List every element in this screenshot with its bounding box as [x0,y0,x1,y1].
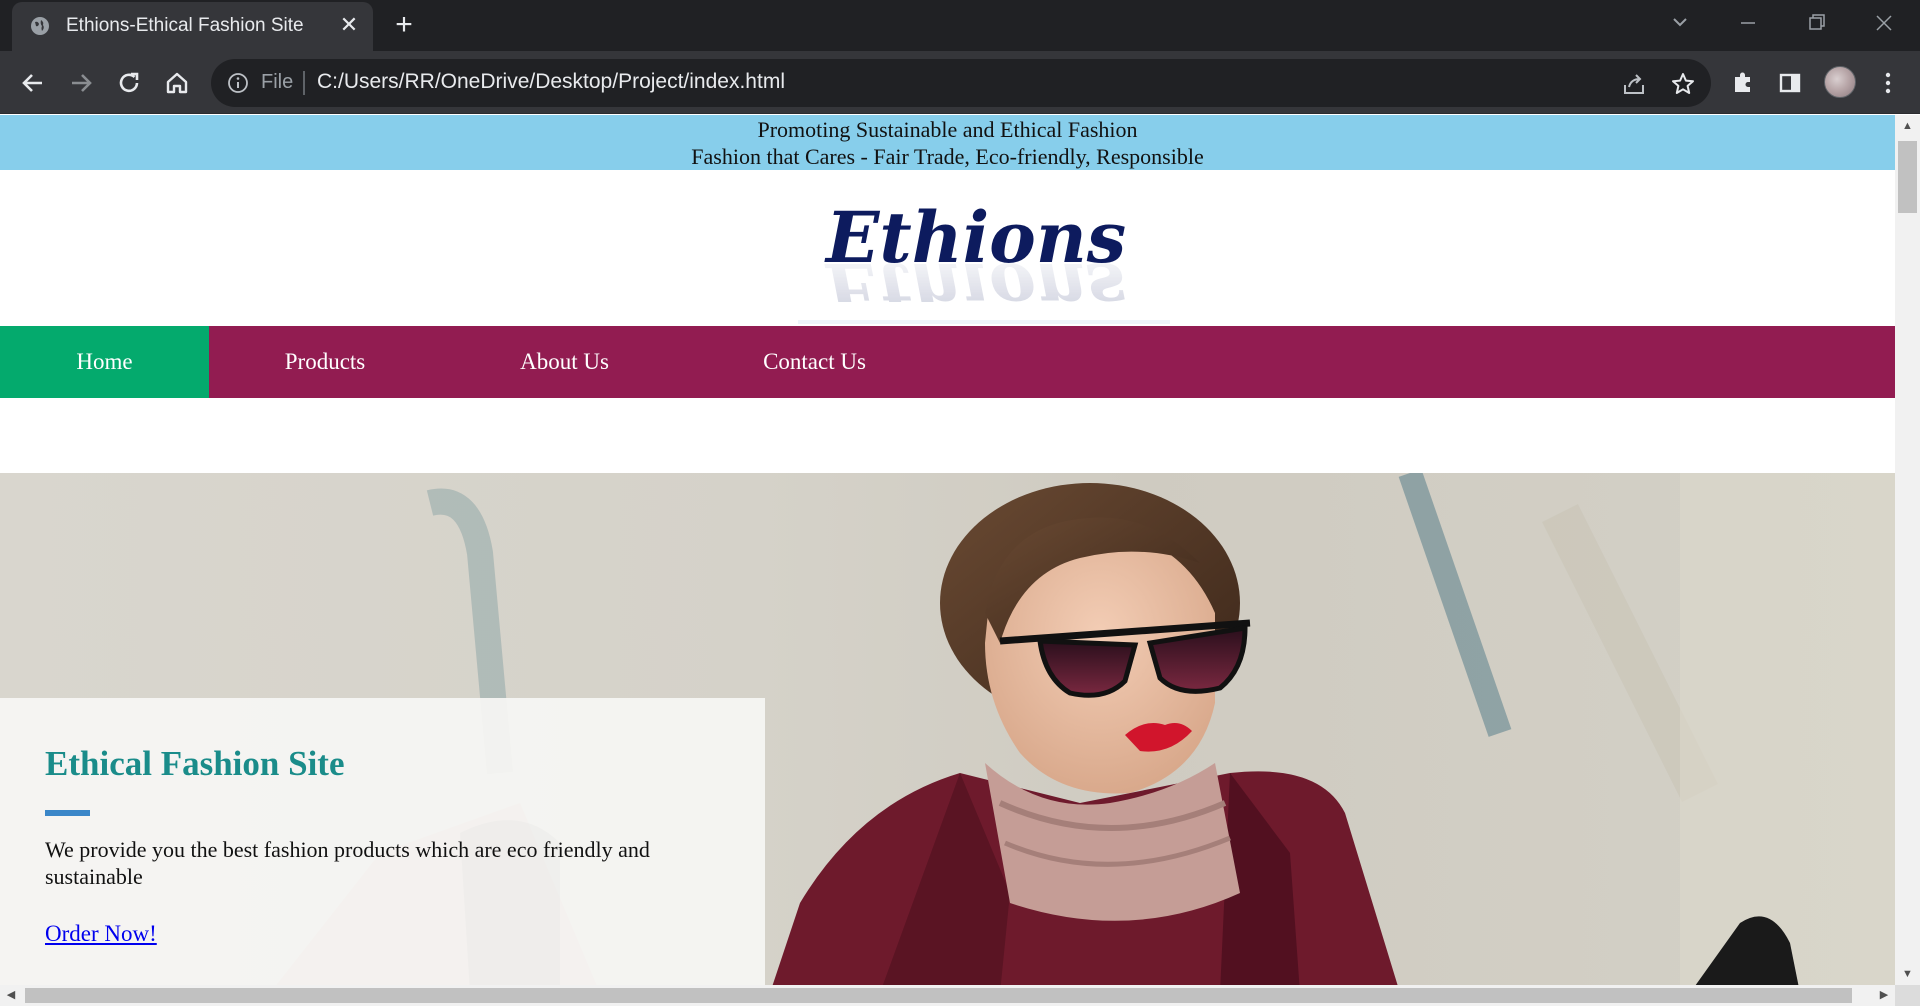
browser-tab[interactable]: Ethions-Ethical Fashion Site ✕ [12,2,373,51]
reload-icon[interactable] [112,66,146,100]
hero-description: We provide you the best fashion products… [45,837,650,889]
logo-divider [798,320,1170,324]
scroll-right-arrow-icon[interactable]: ▶ [1873,985,1895,1006]
browser-tab-strip: Ethions-Ethical Fashion Site ✕ + [0,0,1920,51]
logo-area: Ethions Ethions [0,170,1895,326]
url-text[interactable]: C:/Users/RR/OneDrive/Desktop/Project/ind… [317,70,785,94]
page-viewport: Promoting Sustainable and Ethical Fashio… [0,115,1895,985]
nav-item-home[interactable]: Home [0,326,209,398]
hero-title: Ethical Fashion Site [45,744,345,783]
announcement-line-2: Fashion that Cares - Fair Trade, Eco-fri… [691,144,1204,169]
logo-reflection: Ethions [824,247,1126,302]
restore-icon[interactable] [1796,8,1836,38]
horizontal-scrollbar[interactable]: ◀ ▶ [0,985,1895,1006]
back-icon[interactable] [16,66,50,100]
globe-icon [31,17,49,35]
info-icon[interactable] [227,72,249,94]
tab-title: Ethions-Ethical Fashion Site [66,15,304,36]
more-menu-icon[interactable] [1871,66,1905,100]
hero-banner: Ethical Fashion Site We provide you the … [0,473,1895,985]
profile-avatar[interactable] [1824,66,1856,98]
side-panel-icon[interactable] [1773,66,1807,100]
browser-toolbar: File C:/Users/RR/OneDrive/Desktop/Projec… [0,51,1920,114]
nav-item-contact-us[interactable]: Contact Us [688,326,941,398]
tab-close-icon[interactable]: ✕ [337,13,361,37]
site-logo[interactable]: Ethions Ethions [820,192,1140,302]
scroll-up-arrow-icon[interactable]: ▲ [1895,115,1920,137]
order-now-link[interactable]: Order Now! [45,921,157,947]
share-icon[interactable] [1621,71,1647,97]
tab-search-icon[interactable] [1660,8,1700,38]
address-separator [303,71,305,95]
scroll-left-arrow-icon[interactable]: ◀ [0,985,22,1006]
nav-item-about-us[interactable]: About Us [441,326,688,398]
scheme-label: File [261,71,294,93]
address-bar[interactable]: File C:/Users/RR/OneDrive/Desktop/Projec… [211,59,1711,107]
horizontal-scroll-thumb[interactable] [25,988,1852,1003]
vertical-scroll-thumb[interactable] [1898,141,1917,213]
announcement-banner: Promoting Sustainable and Ethical Fashio… [0,115,1895,170]
close-window-icon[interactable] [1864,8,1904,38]
nav-item-products[interactable]: Products [209,326,441,398]
extensions-icon[interactable] [1726,66,1760,100]
bookmark-star-icon[interactable] [1670,71,1696,97]
scroll-down-arrow-icon[interactable]: ▼ [1895,963,1920,985]
announcement-line-1: Promoting Sustainable and Ethical Fashio… [757,117,1138,142]
new-tab-button[interactable]: + [390,10,418,40]
scrollbar-corner [1895,985,1920,1006]
hero-accent-bar [45,810,90,816]
forward-icon[interactable] [64,66,98,100]
home-icon[interactable] [160,66,194,100]
main-navigation: Home Products About Us Contact Us [0,326,1895,398]
minimize-icon[interactable] [1728,8,1768,38]
hero-card: Ethical Fashion Site We provide you the … [0,698,765,985]
vertical-scrollbar[interactable]: ▲ ▼ [1895,115,1920,985]
